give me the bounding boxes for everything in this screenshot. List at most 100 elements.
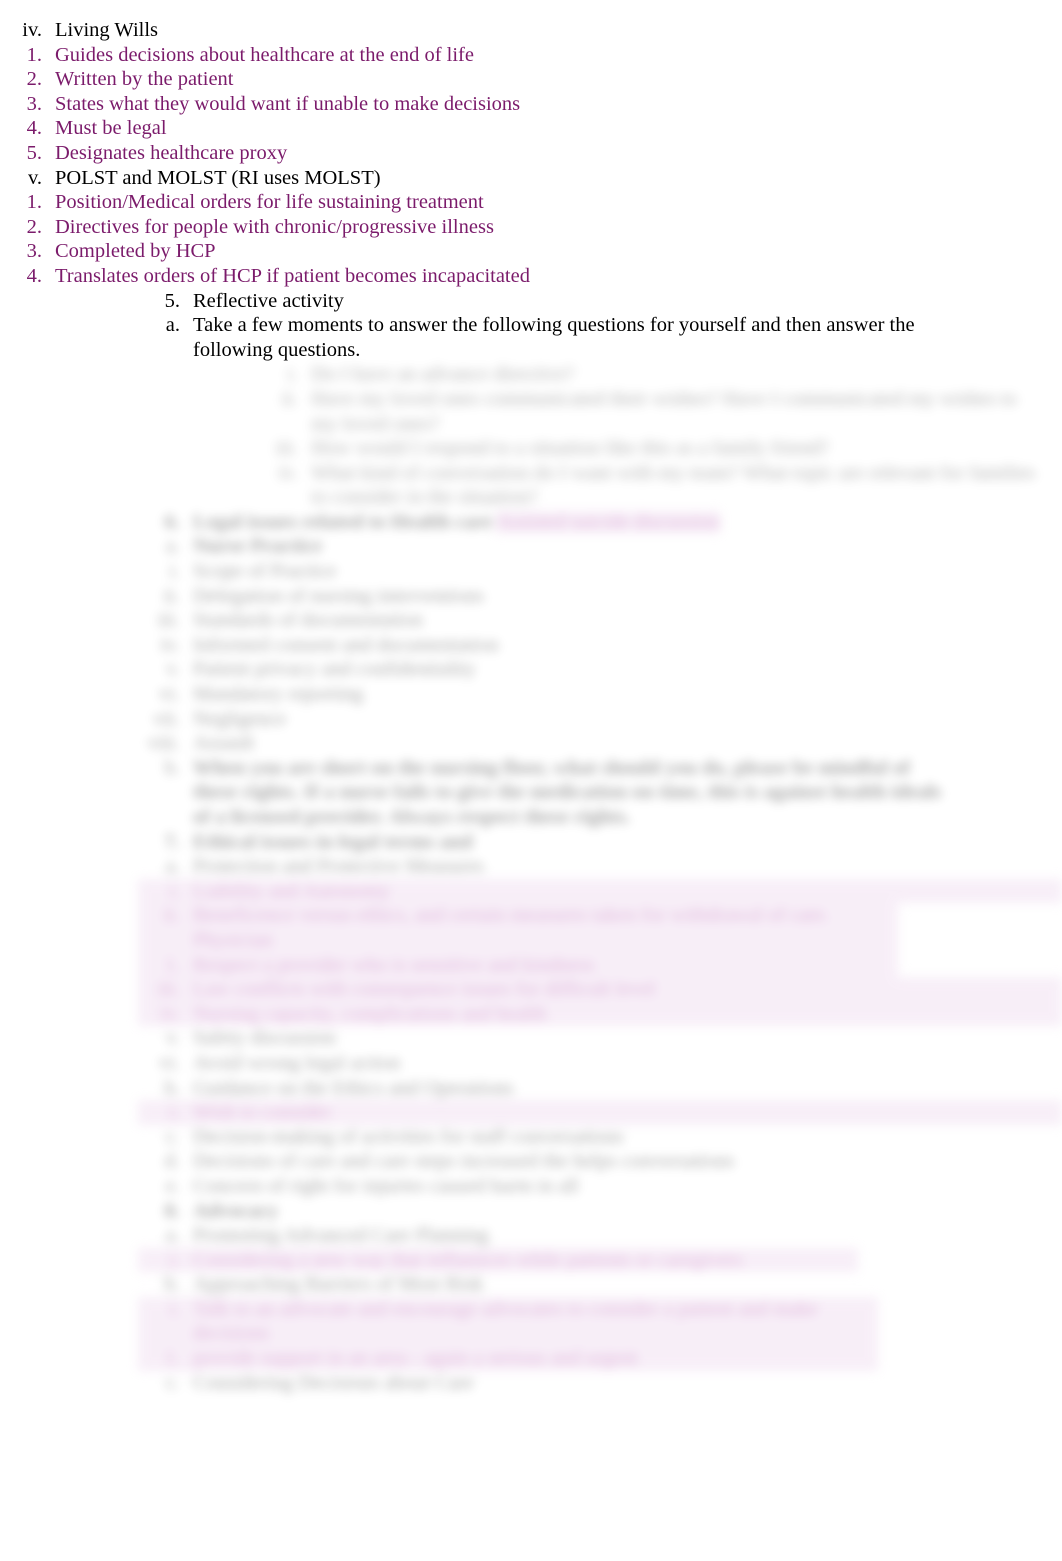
outline-level-alpha: a. Protection and Protective Measures i.…	[138, 854, 1062, 1198]
list-marker: 3.	[26, 92, 42, 115]
list-marker: v.	[165, 658, 180, 681]
list-item-label: What kind of conversation do I want with…	[311, 461, 1036, 509]
list-item: i. Talk to an advocate and encourage adv…	[138, 1296, 878, 1371]
list-marker: i.	[169, 1101, 180, 1124]
list-item-label: How would I respond to a situation like …	[311, 437, 830, 460]
list-item-label: When you are short on the nursing floor,…	[193, 756, 942, 828]
outline-section-7: 7. Ethical issues in legal terms and a. …	[138, 830, 1062, 1199]
list-item: 4. Translates orders of HCP if patient b…	[0, 264, 1062, 289]
list-marker: vi.	[158, 683, 180, 706]
list-item-label: Have my loved ones communicated their wi…	[311, 387, 1017, 435]
list-marker: iv.	[278, 461, 298, 484]
list-item-label: Take a few moments to answer the followi…	[193, 314, 915, 361]
outline-level-roman: i. Scope of Practice ii. Delegation of n…	[138, 559, 1062, 756]
list-item: e. Concern of right for injuries caused …	[138, 1174, 1062, 1199]
list-marker: vi.	[158, 1051, 180, 1074]
list-item-label: Considering a new way that influences wh…	[138, 1247, 858, 1273]
list-marker: i.	[169, 1297, 180, 1320]
list-item: i. Liability and Autonomy	[138, 878, 1062, 904]
list-item: i. Do I have an advance directive?	[256, 362, 1046, 387]
list-item: ii. Beneficence versus ethics, and certa…	[138, 903, 898, 978]
list-item-label: Wish to consider	[138, 1100, 1062, 1125]
list-item: 2. Written by the patient	[0, 67, 1062, 92]
list-marker: a.	[165, 855, 180, 878]
list-item: a. Take a few moments to answer the foll…	[138, 313, 923, 362]
outline-level-numeric: 1. Respect a provider who is sensitive a…	[138, 952, 898, 978]
list-item: 3. Completed by HCP	[0, 239, 1062, 264]
blurred-content-region: i. Do I have an advance directive? ii. H…	[0, 362, 1062, 1395]
list-item-label: Written by the patient	[55, 68, 234, 91]
sharp-content-region: iv. Living Wills 1. Guides decisions abo…	[0, 0, 1062, 362]
list-item: 1. Respect a provider who is sensitive a…	[138, 952, 898, 978]
list-item-label: Standards of documentation	[193, 609, 424, 632]
list-marker: iv.	[160, 1002, 180, 1025]
list-marker: v.	[165, 1027, 180, 1050]
list-item: c. Considering Decisions about Care	[138, 1371, 1062, 1396]
list-item: i. Considering a new way that influences…	[138, 1247, 858, 1273]
list-item-label: Directives for people with chronic/progr…	[55, 215, 494, 238]
list-marker: 8.	[164, 1199, 180, 1222]
list-item-label: Protection and Protective Measures	[193, 855, 484, 878]
list-item: 5. Designates healthcare proxy	[0, 141, 1062, 166]
list-item-label: Reflective activity	[193, 289, 344, 312]
list-item: iii. Law conflicts with consequence issu…	[138, 977, 1062, 1002]
list-item: iii. Standards of documentation	[138, 608, 1062, 633]
outline-level-numeric: 1. Position/Medical orders for life sust…	[0, 190, 1062, 288]
list-marker: b.	[164, 1076, 180, 1099]
list-item-label: Guides decisions about healthcare at the…	[55, 43, 474, 66]
list-item-label: Decision-making of activities for staff …	[193, 1125, 624, 1148]
list-marker: 1.	[164, 953, 180, 976]
list-item: i. Wish to consider	[138, 1100, 1062, 1125]
list-marker: a.	[165, 1224, 180, 1247]
list-item-label: Safety discussion	[193, 1027, 336, 1050]
list-item: 3. States what they would want if unable…	[0, 92, 1062, 117]
list-marker: 5.	[26, 141, 42, 164]
list-item: iii. How would I respond to a situation …	[256, 436, 1046, 461]
outline-section-6: 6. Legal issues related to Health care A…	[138, 510, 1062, 830]
list-marker: 3.	[26, 240, 42, 263]
outline-section-8: 8. Advocacy a. Promoting Advanced Care P…	[138, 1199, 1062, 1396]
list-marker: 5.	[164, 289, 180, 312]
list-item: viii. Assault	[138, 731, 1062, 756]
list-marker: i.	[287, 363, 298, 386]
outline-reflective-questions: i. Do I have an advance directive? ii. H…	[256, 362, 1062, 510]
list-marker: iii.	[157, 978, 180, 1001]
list-marker: ii.	[163, 904, 180, 927]
outline-level-alpha: a. Take a few moments to answer the foll…	[138, 313, 1062, 362]
list-item: vii. Negligence	[138, 707, 1062, 732]
list-item-nurse-practice: a. Nurse Practice i. Scope of Practice i…	[138, 534, 1062, 755]
list-marker: 2.	[26, 68, 42, 91]
outline-level-roman: i. Considering a new way that influences…	[138, 1247, 1062, 1273]
list-marker: 4.	[26, 264, 42, 287]
list-marker: 1.	[164, 1347, 180, 1370]
list-item-label: Law conflicts with consequence issues fo…	[138, 977, 1062, 1002]
list-item-label: Do I have an advance directive?	[311, 363, 575, 386]
list-marker: 7.	[164, 830, 180, 853]
outline-level-roman: i. Liability and Autonomy ii. Beneficenc…	[138, 878, 1062, 1076]
list-item-label: Guidance on the Ethics and Operations	[193, 1076, 514, 1099]
list-marker: c.	[165, 1371, 180, 1394]
list-marker: a.	[165, 535, 180, 558]
list-marker: vii.	[153, 707, 180, 730]
list-item-label: Completed by HCP	[55, 240, 216, 263]
list-item-label: Promoting Advanced Care Planning	[193, 1224, 489, 1247]
list-item-label: provide support in an area - again a ser…	[138, 1346, 878, 1371]
list-marker: 1.	[26, 191, 42, 214]
list-marker: 4.	[26, 117, 42, 140]
list-marker: i.	[169, 879, 180, 902]
list-marker: e.	[165, 1174, 180, 1197]
list-item: 2. Directives for people with chronic/pr…	[0, 215, 1062, 240]
outline-level-roman: i. Wish to consider	[138, 1100, 1062, 1125]
list-marker: ii.	[281, 387, 298, 410]
list-marker: 1.	[26, 43, 42, 66]
list-item-label: Nurse Practice	[193, 535, 323, 558]
list-marker: b.	[164, 756, 180, 779]
list-item-polst-molst: v. POLST and MOLST (RI uses MOLST) 1. Po…	[0, 166, 1062, 289]
list-item-label: Concern of right for injuries caused har…	[193, 1174, 579, 1197]
list-item-label: Living Wills	[55, 19, 159, 41]
list-marker: i.	[169, 1248, 180, 1271]
list-item: i. Scope of Practice	[138, 559, 1062, 584]
list-item: vi. Mandatory reporting	[138, 682, 1062, 707]
list-marker: iii.	[157, 609, 180, 632]
list-item-reflective-activity: 5. Reflective activity a. Take a few mom…	[138, 289, 1062, 363]
